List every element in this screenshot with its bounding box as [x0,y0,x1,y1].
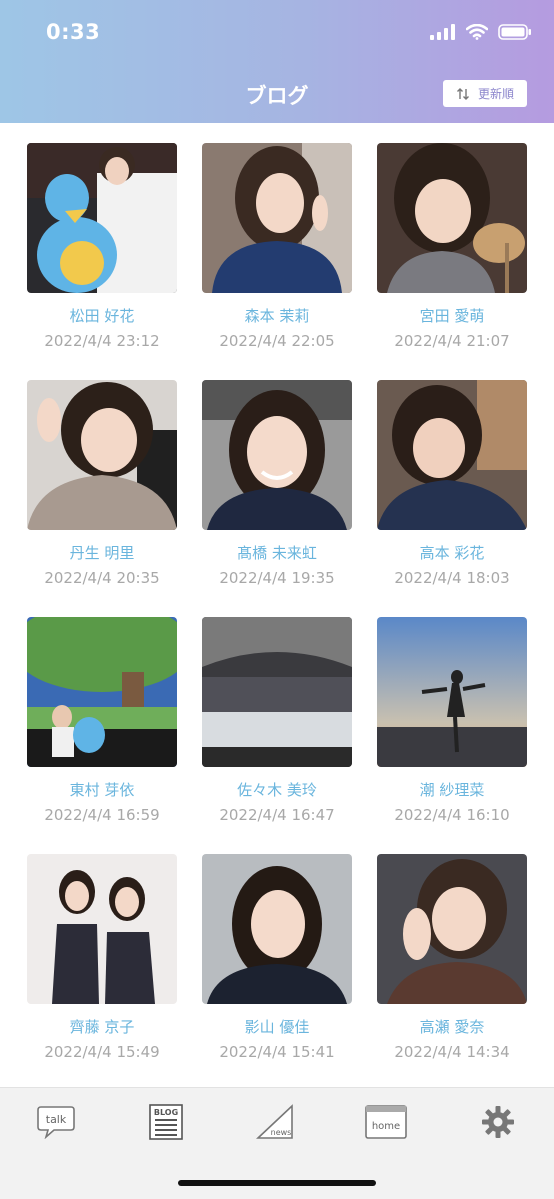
blog-card[interactable]: 影山 優佳 2022/4/4 15:41 [202,854,352,1061]
sort-icon [456,87,469,100]
tab-home[interactable]: home [364,1104,408,1140]
post-date: 2022/4/4 21:07 [394,332,510,350]
tab-home-label: home [372,1121,400,1132]
status-time: 0:33 [46,20,101,44]
blog-thumbnail[interactable] [202,854,352,1004]
blog-thumbnail[interactable] [27,617,177,767]
blog-thumbnail[interactable] [202,380,352,530]
author-name: 森本 茉莉 [244,307,310,325]
blog-card[interactable]: 髙橋 未来虹 2022/4/4 19:35 [202,380,352,587]
home-icon: home [365,1105,407,1139]
blog-thumbnail[interactable] [27,143,177,293]
blog-card[interactable]: 潮 紗理菜 2022/4/4 16:10 [377,617,527,824]
post-date: 2022/4/4 14:34 [394,1043,510,1061]
author-name: 齊藤 京子 [69,1018,135,1036]
blog-card[interactable]: 丹生 明里 2022/4/4 20:35 [27,380,177,587]
blog-thumbnail[interactable] [27,854,177,1004]
talk-icon: talk [37,1106,75,1139]
wifi-icon [466,24,488,40]
blog-card[interactable]: 高本 彩花 2022/4/4 18:03 [377,380,527,587]
tab-blog[interactable]: BLOG [144,1104,188,1140]
author-name: 高本 彩花 [419,544,485,562]
author-name: 佐々木 美玲 [237,781,317,799]
tab-settings[interactable] [476,1104,520,1140]
tab-talk[interactable]: talk [34,1104,78,1140]
blog-card[interactable]: 松田 好花 2022/4/4 23:12 [27,143,177,350]
gear-icon [482,1106,514,1138]
tab-news-label: news [271,1128,292,1137]
author-name: 宮田 愛萌 [419,307,485,325]
status-icons [430,24,532,40]
app-header: 0:33 ブログ 更新順 [0,0,554,123]
sort-order-button[interactable]: 更新順 [443,80,527,107]
blog-thumbnail[interactable] [27,380,177,530]
blog-thumbnail[interactable] [202,143,352,293]
author-name: 影山 優佳 [244,1018,310,1036]
author-name: 松田 好花 [69,307,135,325]
sort-order-label: 更新順 [477,87,514,101]
news-icon: news [256,1104,293,1139]
post-date: 2022/4/4 16:10 [394,806,510,824]
battery-icon [498,24,531,40]
author-name: 丹生 明里 [69,544,135,562]
blog-card[interactable]: 高瀬 愛奈 2022/4/4 14:34 [377,854,527,1061]
author-name: 髙橋 未来虹 [237,544,317,562]
home-indicator[interactable] [178,1180,376,1186]
signal-icon [430,24,455,40]
blog-card[interactable]: 東村 芽依 2022/4/4 16:59 [27,617,177,824]
post-date: 2022/4/4 18:03 [394,569,510,587]
tab-news[interactable]: news [254,1104,298,1140]
blog-card[interactable]: 齊藤 京子 2022/4/4 15:49 [27,854,177,1061]
author-name: 潮 紗理菜 [419,781,485,799]
blog-thumbnail[interactable] [202,617,352,767]
blog-card[interactable]: 森本 茉莉 2022/4/4 22:05 [202,143,352,350]
author-name: 高瀬 愛奈 [419,1018,485,1036]
blog-icon: BLOG [149,1104,183,1140]
blog-card[interactable]: 佐々木 美玲 2022/4/4 16:47 [202,617,352,824]
blog-card[interactable]: 宮田 愛萌 2022/4/4 21:07 [377,143,527,350]
author-name: 東村 芽依 [69,781,135,799]
tab-blog-label: BLOG [154,1108,178,1117]
blog-thumbnail[interactable] [377,854,527,1004]
blog-thumbnail[interactable] [377,143,527,293]
tab-talk-label: talk [46,1113,67,1126]
blog-thumbnail[interactable] [377,380,527,530]
blog-thumbnail[interactable] [377,617,527,767]
